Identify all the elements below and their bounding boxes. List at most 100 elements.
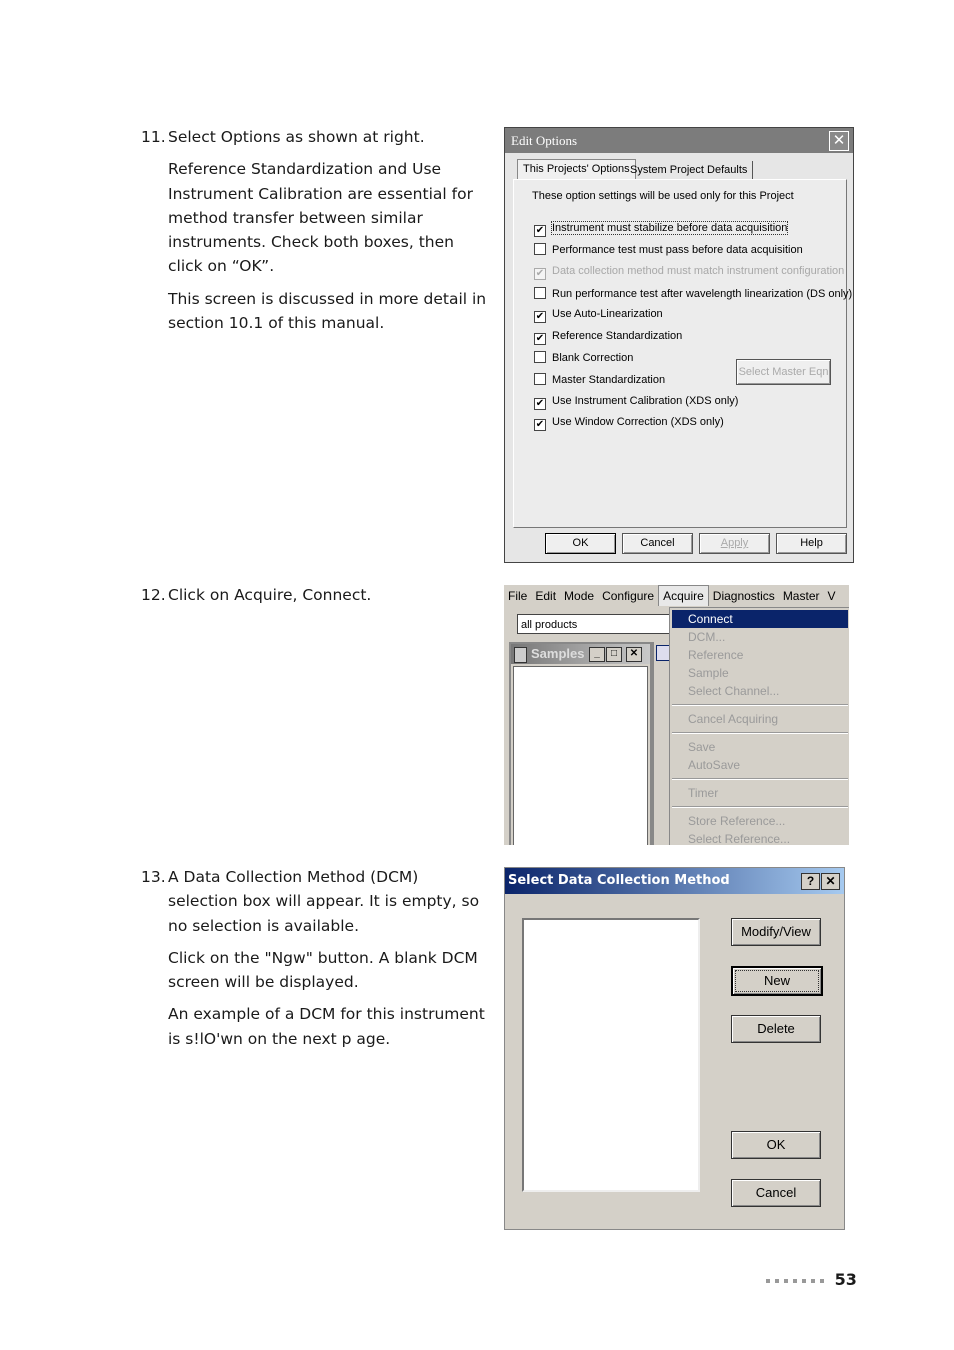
button-label: Modify/View: [741, 924, 811, 939]
step-paragraph: An example of a DCM for this instrument …: [168, 1005, 485, 1048]
step-text: Click on Acquire, Connect.: [168, 586, 372, 604]
samples-window-icon: [514, 647, 527, 663]
cancel-button[interactable]: Cancel: [731, 1179, 821, 1207]
close-button[interactable]: ✕: [829, 131, 849, 151]
menu-item-timer[interactable]: Timer: [670, 784, 849, 802]
menu-v[interactable]: V: [824, 585, 840, 607]
acquire-menu-screenshot: File Edit Mode Configure Acquire Diagnostics M…: [504, 585, 849, 845]
footer-dots: [766, 1270, 829, 1289]
menu-item-sample[interactable]: Sample: [670, 664, 849, 682]
option-row[interactable]: Master Standardization: [534, 373, 665, 386]
option-row[interactable]: Performance test must pass before data a…: [534, 243, 803, 256]
checkbox-unchecked[interactable]: [534, 373, 546, 385]
step-number: 12.: [141, 586, 166, 604]
menu-file[interactable]: File: [504, 585, 531, 607]
menu-separator: [672, 732, 848, 734]
ok-button[interactable]: OK: [545, 533, 616, 554]
tab-this-projects-options[interactable]: This Projects' Options: [517, 159, 636, 181]
options-panel: These option settings will be used only …: [513, 179, 852, 528]
menu-item-store-reference[interactable]: Store Reference...: [670, 812, 849, 830]
apply-button[interactable]: Apply: [699, 533, 770, 554]
step-12: 12. Click on Acquire, Connect.: [141, 583, 491, 615]
minimize-icon[interactable]: _: [589, 647, 605, 662]
close-icon[interactable]: ✕: [821, 873, 840, 890]
samples-list[interactable]: [513, 666, 648, 845]
checkbox-checked[interactable]: ✔: [534, 225, 546, 237]
dialog-title: Select Data Collection Method: [505, 868, 844, 894]
menu-item-save[interactable]: Save: [670, 738, 849, 756]
product-combo[interactable]: all products: [517, 614, 672, 634]
step-13: 13. A Data Collection Method (DCM) select…: [141, 865, 491, 1059]
option-row[interactable]: ✔ Use Window Correction (XDS only): [534, 416, 724, 431]
samples-window: Samples _ □ ✕: [509, 642, 652, 845]
tab-system-project-defaults[interactable]: System Project Defaults: [625, 161, 754, 179]
samples-window-title: Samples: [531, 646, 585, 661]
cancel-button[interactable]: Cancel: [622, 533, 693, 554]
menu-item-select-channel[interactable]: Select Channel...: [670, 682, 849, 700]
checkbox-unchecked[interactable]: [534, 243, 546, 255]
checkbox-unchecked[interactable]: [534, 351, 546, 363]
option-label: Reference Standardization: [552, 330, 683, 342]
checkbox-checked[interactable]: ✔: [534, 419, 546, 431]
new-button[interactable]: New: [731, 966, 823, 996]
menu-bar: File Edit Mode Configure Acquire Diagnostics M…: [504, 585, 849, 607]
menu-master[interactable]: Master: [779, 585, 824, 607]
delete-button[interactable]: Delete: [731, 1015, 821, 1043]
help-button[interactable]: Help: [776, 533, 847, 554]
menu-item-dcm[interactable]: DCM...: [670, 628, 849, 646]
button-label: Delete: [757, 1021, 795, 1036]
options-description: These option settings will be used only …: [532, 190, 794, 202]
menu-item-reference[interactable]: Reference: [670, 646, 849, 664]
acquire-dropdown: Connect DCM... Reference Sample Select Chann…: [669, 607, 849, 845]
option-row[interactable]: Run performance test after wavelength li…: [534, 287, 852, 300]
step-number: 13.: [141, 868, 166, 886]
option-label: Blank Correction: [552, 352, 634, 364]
dialog-title: Edit Options: [505, 128, 853, 153]
page-footer: 53: [766, 1270, 857, 1289]
step-text: A Data Collection Method (DCM) selection…: [168, 868, 480, 935]
menu-configure[interactable]: Configure: [598, 585, 658, 607]
button-label: New: [763, 973, 790, 988]
step-paragraph: Reference Standardization and Use Instru…: [168, 160, 473, 276]
step-paragraph: Click on the "Ngw" button. A blank DCM s…: [168, 948, 478, 992]
select-master-eqn-button[interactable]: Select Master Eqn: [736, 359, 831, 385]
menu-diagnostics[interactable]: Diagnostics: [709, 585, 779, 607]
menu-mode[interactable]: Mode: [560, 585, 598, 607]
menu-item-connect[interactable]: Connect: [672, 610, 848, 628]
edit-options-dialog: Edit Options ✕ This Projects' Options Sy…: [504, 127, 854, 563]
menu-separator: [672, 806, 848, 808]
checkbox-checked[interactable]: ✔: [534, 311, 546, 323]
option-row[interactable]: ✔ Use Auto-Linearization: [534, 308, 663, 323]
option-label: Use Window Correction (XDS only): [552, 416, 724, 428]
menu-acquire[interactable]: Acquire: [658, 585, 709, 606]
select-dcm-dialog: Select Data Collection Method ? ✕ Modify…: [504, 867, 845, 1230]
menu-item-select-reference[interactable]: Select Reference...: [670, 830, 849, 845]
close-icon[interactable]: ✕: [626, 647, 642, 662]
option-row[interactable]: ✔ Use Instrument Calibration (XDS only): [534, 395, 738, 410]
page-number: 53: [834, 1270, 857, 1289]
menu-item-autosave[interactable]: AutoSave: [670, 756, 849, 774]
option-label: Master Standardization: [552, 374, 666, 386]
menu-separator: [672, 704, 848, 706]
checkbox-checked[interactable]: ✔: [534, 398, 546, 410]
ok-button[interactable]: OK: [731, 1131, 821, 1159]
option-row[interactable]: ✔ Data collection method must match instr…: [534, 265, 844, 280]
menu-separator: [672, 778, 848, 780]
menu-edit[interactable]: Edit: [531, 585, 560, 607]
checkbox-unchecked[interactable]: [534, 287, 546, 299]
option-row[interactable]: ✔ Reference Standardization: [534, 330, 682, 345]
option-row[interactable]: ✔ Instrument must stabilize before data a…: [534, 221, 789, 237]
checkbox-checked[interactable]: ✔: [534, 268, 546, 280]
dcm-list[interactable]: [522, 918, 700, 1192]
option-label: Instrument must stabilize before data ac…: [550, 221, 789, 235]
option-row[interactable]: Blank Correction: [534, 351, 633, 364]
checkbox-checked[interactable]: ✔: [534, 333, 546, 345]
help-icon[interactable]: ?: [801, 873, 820, 890]
modify-view-button[interactable]: Modify/View: [731, 918, 821, 946]
menu-item-cancel-acquiring[interactable]: Cancel Acquiring: [670, 710, 849, 728]
option-label: Run performance test after wavelength li…: [552, 288, 853, 300]
close-icon: ✕: [832, 132, 846, 149]
step-11: 11. Select Options as shown at right. Ref…: [141, 125, 491, 343]
maximize-icon[interactable]: □: [606, 647, 622, 662]
option-label: Use Auto-Linearization: [552, 308, 663, 320]
